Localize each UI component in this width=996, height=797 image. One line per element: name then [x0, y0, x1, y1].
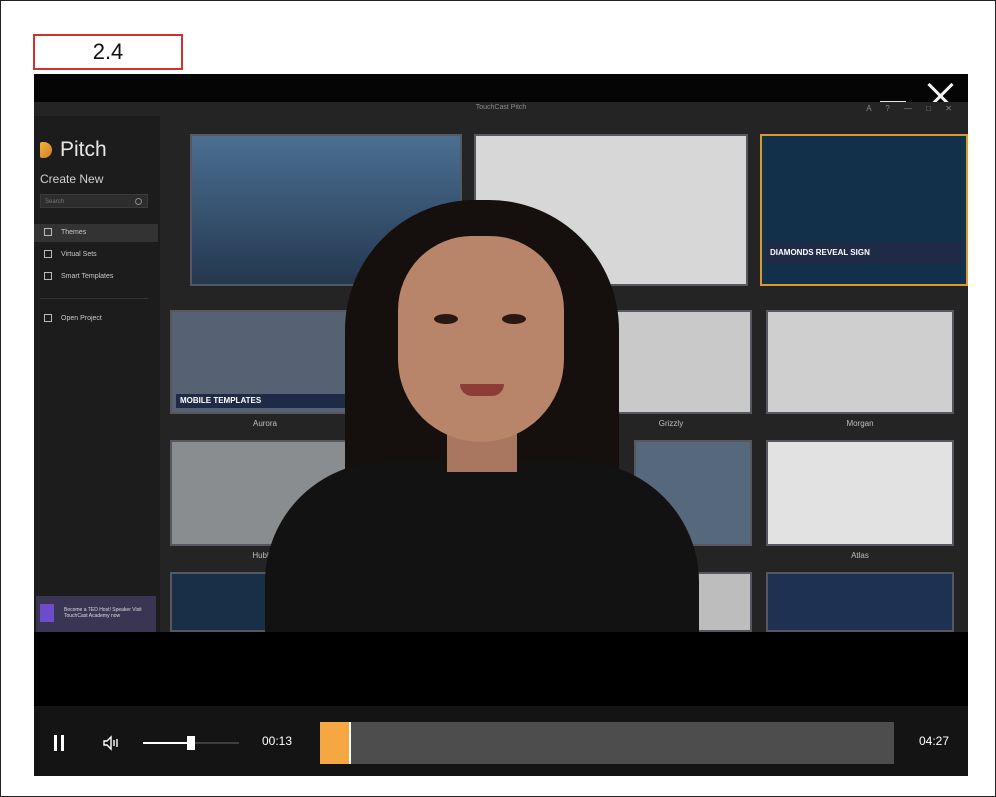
sidebar-item-label: Open Project: [61, 315, 102, 322]
theme-label: Morgan: [846, 419, 874, 428]
seek-handle[interactable]: [348, 722, 351, 764]
seek-progress: [320, 722, 349, 764]
app-window-title: TouchCast Pitch: [475, 104, 527, 111]
theme-thumbnail-diamonds: DIAMONDS REVEAL SIGN: [760, 134, 968, 286]
current-time: 00:13: [262, 734, 293, 748]
sidebar-item-label: Virtual Sets: [61, 251, 97, 258]
volume-icon[interactable]: [103, 735, 119, 751]
seek-bar[interactable]: [320, 722, 894, 764]
create-new-heading: Create New: [40, 172, 104, 186]
folder-icon: [44, 314, 52, 323]
pause-button[interactable]: [54, 735, 64, 751]
pitch-logo-text: Pitch: [60, 138, 107, 161]
sidebar-item-open-project: Open Project: [34, 310, 158, 328]
academy-promo: Become a TED Host! Speaker Visit TouchCa…: [36, 596, 156, 632]
sidebar-item-virtual-sets: Virtual Sets: [34, 246, 158, 264]
pitch-logo: Pitch: [40, 138, 107, 162]
presenter-eye: [502, 314, 526, 324]
theme-banner: DIAMONDS REVEAL SIGN: [766, 242, 962, 264]
theme-thumbnail-atlas: [766, 440, 954, 546]
video-frame: TouchCast Pitch A ? — □ ✕ Pitch Create N…: [34, 102, 968, 632]
theme-thumbnail-morgan: [766, 310, 954, 414]
sidebar-item-smart-templates: Smart Templates: [34, 268, 158, 286]
duration-time: 04:27: [919, 734, 950, 748]
sidebar-item-label: Themes: [61, 229, 87, 236]
volume-slider[interactable]: [143, 736, 239, 750]
sidebar-item-themes: Themes: [34, 224, 158, 242]
app-sidebar: Pitch Create New Search Themes Virtual S…: [34, 116, 160, 632]
sidebar-item-label: Smart Templates: [61, 273, 114, 280]
search-icon: [135, 198, 142, 205]
smart-templates-icon: [44, 272, 52, 281]
volume-thumb[interactable]: [187, 736, 195, 750]
theme-label: Atlas: [851, 551, 869, 560]
touchcast-icon: [40, 604, 54, 622]
pitch-logo-icon: [40, 142, 52, 158]
video-player[interactable]: TouchCast Pitch A ? — □ ✕ Pitch Create N…: [34, 74, 968, 776]
player-controls: 00:13 04:27: [34, 706, 968, 776]
sidebar-search-placeholder: Search: [45, 199, 65, 205]
step-label: 2.4: [33, 34, 183, 70]
presenter-video: [265, 200, 699, 632]
volume-level: [143, 742, 191, 744]
sidebar-divider: [40, 298, 148, 299]
app-window-controls: A ? — □ ✕: [866, 104, 958, 113]
theme-thumbnail-agenda: [766, 572, 954, 632]
themes-icon: [44, 228, 52, 237]
presenter-body: [265, 462, 699, 632]
presenter-face: [398, 236, 564, 442]
virtual-sets-icon: [44, 250, 52, 259]
player-title-bar: [34, 74, 968, 104]
presenter-eye: [434, 314, 458, 324]
presenter-mouth: [460, 384, 504, 396]
promo-text: Become a TED Host! Speaker Visit TouchCa…: [64, 607, 142, 619]
sidebar-search: Search: [40, 194, 148, 208]
